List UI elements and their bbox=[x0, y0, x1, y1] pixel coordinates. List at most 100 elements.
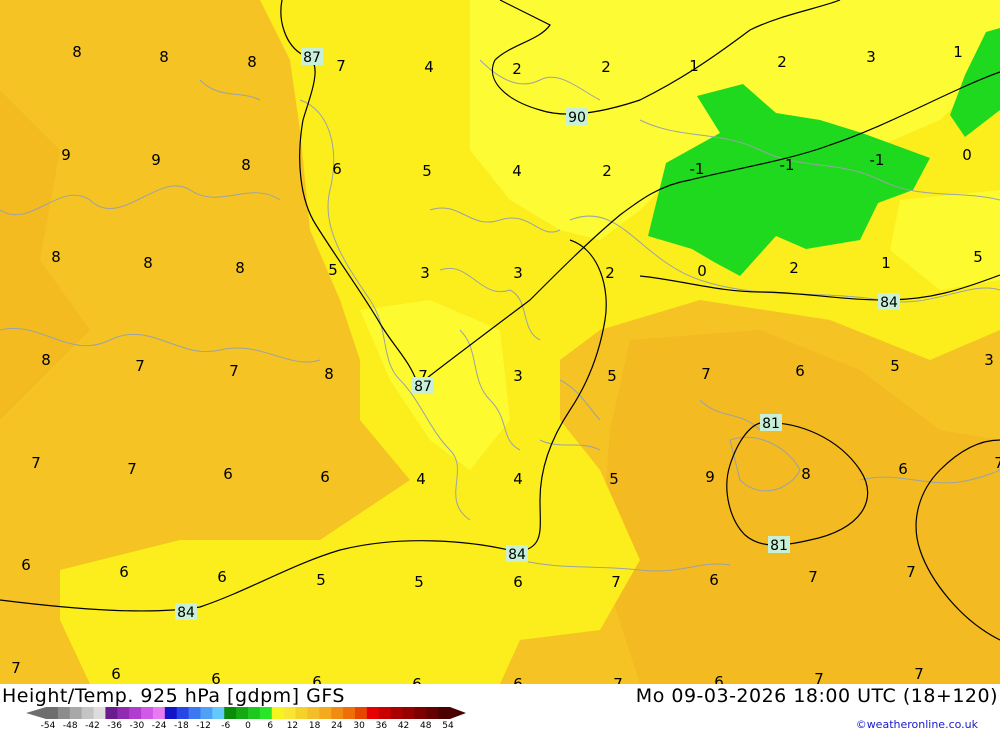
temperature-value: 9 bbox=[61, 146, 71, 164]
temperature-value: 8 bbox=[324, 365, 334, 383]
scale-tick-label: 18 bbox=[308, 721, 321, 731]
temperature-value: 6 bbox=[312, 673, 322, 684]
temperature-value: 6 bbox=[211, 670, 221, 684]
temperature-value: 7 bbox=[906, 563, 916, 581]
scale-swatch bbox=[224, 707, 237, 719]
temperature-value: 6 bbox=[513, 675, 523, 684]
scale-swatch bbox=[164, 707, 178, 719]
scale-swatch bbox=[378, 707, 392, 719]
temperature-value: 4 bbox=[513, 470, 523, 488]
temperature-value: -1 bbox=[690, 160, 705, 178]
temperature-value: 8 bbox=[41, 351, 51, 369]
temperature-value: 5 bbox=[328, 261, 338, 279]
temperature-value: 7 bbox=[31, 454, 41, 472]
scale-tick-label: 0 bbox=[245, 721, 251, 731]
temperature-value: 6 bbox=[21, 556, 31, 574]
temperature-value: 7 bbox=[613, 675, 623, 684]
color-scale bbox=[26, 707, 466, 719]
contour-label-text: 81 bbox=[770, 538, 788, 554]
temperature-value: 6 bbox=[111, 665, 121, 683]
scale-swatch bbox=[117, 707, 130, 719]
temperature-value: 8 bbox=[235, 259, 245, 277]
temperature-value: 6 bbox=[217, 568, 227, 586]
contour-label-text: 81 bbox=[762, 416, 780, 432]
scale-tick-label: 54 bbox=[442, 721, 454, 731]
temperature-value: 5 bbox=[609, 470, 619, 488]
temperature-value: 3 bbox=[984, 351, 994, 369]
temperature-value: 3 bbox=[513, 264, 523, 282]
temperature-value: 7 bbox=[914, 665, 924, 683]
scale-tick-label: -36 bbox=[107, 721, 123, 731]
scale-swatch bbox=[259, 707, 273, 719]
scale-swatch bbox=[188, 707, 201, 719]
temperature-value: 8 bbox=[72, 43, 82, 61]
scale-tick-label: -48 bbox=[62, 721, 78, 731]
scale-swatch bbox=[319, 707, 332, 719]
scale-tick-label: 24 bbox=[331, 721, 343, 731]
contour-label: 81 bbox=[768, 536, 790, 554]
scale-swatch bbox=[248, 707, 261, 719]
temperature-value: 9 bbox=[705, 468, 715, 486]
temperature-value: 6 bbox=[709, 571, 719, 589]
color-scale-labels: -54 -48 -42 -36 -30 -24 -18 -12 -6 0 6 12 18 24 30 36 42… bbox=[26, 721, 466, 733]
scale-swatch bbox=[57, 707, 71, 719]
scale-tick-label: 6 bbox=[267, 721, 274, 731]
contour-label-text: 84 bbox=[508, 547, 526, 563]
valid-time: Mo 09-03-2026 18:00 UTC (18+120) bbox=[635, 685, 998, 707]
temperature-value: 7 bbox=[808, 568, 818, 586]
temperature-value: 6 bbox=[412, 675, 422, 684]
scale-tick-label: -12 bbox=[196, 721, 211, 731]
weather-map: 8 8 8 7 4 2 2 1 2 3 1 9 9 8 6 5 4 2 -1 -1 -1 0 8 8 8 5 3 3 2 0 2 1 5 8 7 7 8… bbox=[0, 0, 1000, 684]
scale-swatch bbox=[295, 707, 308, 719]
scale-tick-label: -6 bbox=[221, 721, 231, 731]
scale-swatch bbox=[81, 707, 95, 719]
scale-swatch bbox=[354, 707, 368, 719]
scale-swatch bbox=[176, 707, 190, 719]
temperature-value: 2 bbox=[605, 264, 615, 282]
temperature-value: 9 bbox=[151, 151, 161, 169]
scale-tick-label: 12 bbox=[286, 721, 299, 731]
scale-swatch bbox=[152, 707, 166, 719]
temperature-value: 2 bbox=[789, 259, 799, 277]
temperature-value: 7 bbox=[994, 454, 1000, 472]
contour-label-text: 90 bbox=[568, 110, 586, 126]
scale-swatch bbox=[236, 707, 249, 719]
temperature-value: 6 bbox=[119, 563, 129, 581]
temperature-value: 8 bbox=[801, 465, 811, 483]
temperature-value: 7 bbox=[336, 57, 346, 75]
contour-label: 84 bbox=[878, 293, 900, 311]
temperature-value: 2 bbox=[777, 53, 787, 71]
map-title: Height/Temp. 925 hPa [gdpm] GFS bbox=[2, 685, 345, 707]
temperature-value: 0 bbox=[962, 146, 972, 164]
temperature-value: 5 bbox=[414, 573, 424, 591]
temperature-value: 5 bbox=[973, 248, 983, 266]
temperature-value: 8 bbox=[247, 53, 257, 71]
temperature-value: 3 bbox=[513, 367, 523, 385]
scale-swatch bbox=[69, 707, 83, 719]
contour-label-text: 84 bbox=[177, 605, 195, 621]
scale-swatch bbox=[331, 707, 344, 719]
scale-swatch bbox=[93, 707, 106, 719]
scale-tick-label: -54 bbox=[40, 721, 56, 731]
temperature-fields bbox=[0, 0, 1000, 684]
temperature-value: 6 bbox=[332, 160, 342, 178]
scale-swatch bbox=[141, 707, 154, 719]
temperature-value: 8 bbox=[241, 156, 251, 174]
scale-tick-label: 30 bbox=[353, 721, 365, 731]
contour-label: 87 bbox=[412, 377, 434, 395]
contour-label-text: 87 bbox=[414, 379, 432, 395]
temperature-value: 5 bbox=[422, 162, 432, 180]
scale-swatch bbox=[129, 707, 142, 719]
contour-label: 87 bbox=[301, 48, 323, 66]
temperature-value: 6 bbox=[320, 468, 330, 486]
scale-swatch bbox=[390, 707, 403, 719]
scale-swatch bbox=[438, 707, 451, 719]
scale-swatch bbox=[271, 707, 285, 719]
temperature-value: 7 bbox=[135, 357, 145, 375]
credit-link[interactable]: ©weatheronline.co.uk bbox=[856, 718, 978, 731]
contour-label-text: 84 bbox=[880, 295, 898, 311]
temperature-value: 1 bbox=[881, 254, 891, 272]
temperature-value: 5 bbox=[890, 357, 900, 375]
scale-tick-label: -42 bbox=[85, 721, 100, 731]
temperature-value: 7 bbox=[814, 670, 824, 684]
